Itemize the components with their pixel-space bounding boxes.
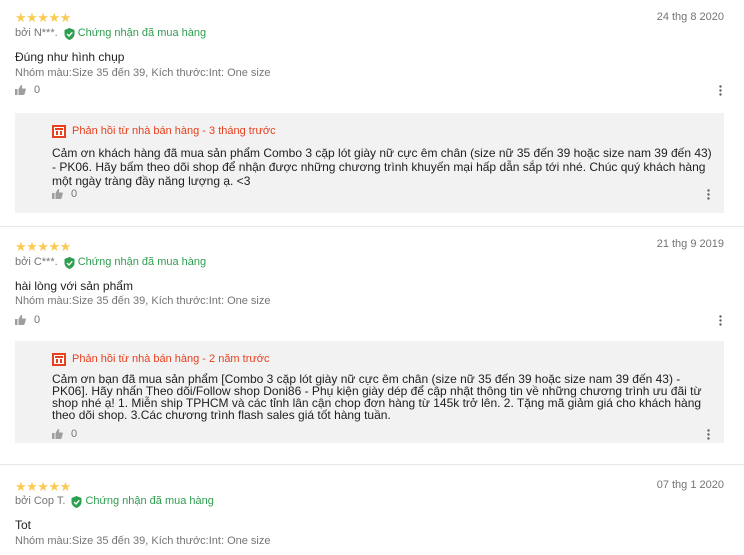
verified-label: Chứng nhận đã mua hàng (85, 495, 214, 507)
author-name: bởi N***. (15, 27, 58, 39)
review-content: Đúng như hình chụp (15, 50, 125, 64)
reply-more-options-icon[interactable] (707, 189, 710, 200)
reply-text: Cảm ơn khách hàng đã mua sản phẩm Combo … (52, 146, 712, 188)
like-count: 0 (34, 84, 41, 96)
author-name: bởi C***. (15, 256, 58, 268)
verified-shield-icon (64, 27, 75, 40)
review-item: ★★★★★ 07 thg 1 2020 bởi Cop T. Chứng nhậ… (0, 465, 744, 555)
like-button[interactable]: 0 (15, 84, 40, 96)
review-content: hài lòng với sản phẩm (15, 279, 133, 293)
reply-header: Phản hồi từ nhà bán hàng - 3 tháng trước (52, 125, 276, 138)
reply-like-button[interactable]: 0 (52, 188, 77, 200)
review-date: 24 thg 8 2020 (656, 11, 724, 23)
reply-title: Phản hồi từ nhà bán hàng - 2 năm trước (72, 353, 270, 365)
verified-shield-icon (71, 495, 82, 508)
review-variant: Nhóm màu:Size 35 đến 39, Kích thước:Int:… (15, 67, 271, 79)
author-row: bởi C***. Chứng nhận đã mua hàng (15, 256, 206, 269)
shop-icon (52, 125, 66, 138)
thumbs-up-icon (52, 189, 63, 199)
author-row: bởi Cop T. Chứng nhận đã mua hàng (15, 495, 214, 508)
like-count: 0 (34, 314, 41, 326)
reply-title: Phản hồi từ nhà bán hàng - 3 tháng trước (72, 125, 276, 137)
verified-label: Chứng nhận đã mua hàng (77, 256, 207, 268)
rating-stars: ★★★★★ (15, 239, 71, 254)
reply-like-count: 0 (71, 188, 78, 200)
review-date: 07 thg 1 2020 (656, 479, 724, 491)
verified-label: Chứng nhận đã mua hàng (77, 27, 207, 39)
more-options-icon[interactable] (719, 315, 722, 326)
review-variant: Nhóm màu:Size 35 đến 39, Kích thước:Int:… (15, 535, 271, 547)
thumbs-up-icon (15, 315, 26, 325)
reply-like-button[interactable]: 0 (52, 428, 77, 440)
review-item: ★★★★★ 21 thg 9 2019 bởi C***. Chứng nhận… (0, 227, 744, 455)
author-row: bởi N***. Chứng nhận đã mua hàng (15, 27, 206, 40)
verified-badge: Chứng nhận đã mua hàng (71, 495, 214, 508)
more-options-icon[interactable] (719, 85, 722, 96)
review-item: ★★★★★ 24 thg 8 2020 bởi N***. Chứng nhận… (0, 0, 744, 226)
seller-reply: Phản hồi từ nhà bán hàng - 3 tháng trước… (15, 113, 724, 213)
reply-like-count: 0 (71, 428, 78, 440)
verified-shield-icon (64, 256, 75, 269)
thumbs-up-icon (15, 85, 26, 95)
reply-header: Phản hồi từ nhà bán hàng - 2 năm trước (52, 353, 269, 366)
review-date: 21 thg 9 2019 (656, 238, 724, 250)
review-content: Tot (15, 518, 32, 532)
verified-badge: Chứng nhận đã mua hàng (64, 27, 206, 40)
rating-stars: ★★★★★ (15, 479, 71, 494)
reply-text: Cảm ơn bạn đã mua sản phẩm [Combo 3 cặp … (52, 372, 702, 422)
like-button[interactable]: 0 (15, 314, 40, 326)
reply-more-options-icon[interactable] (707, 429, 710, 440)
review-variant: Nhóm màu:Size 35 đến 39, Kích thước:Int:… (15, 295, 271, 307)
author-name: bởi Cop T. (15, 495, 66, 507)
seller-reply: Phản hồi từ nhà bán hàng - 2 năm trước C… (15, 341, 724, 443)
thumbs-up-icon (52, 429, 63, 439)
shop-icon (52, 353, 66, 366)
verified-badge: Chứng nhận đã mua hàng (64, 256, 206, 269)
rating-stars: ★★★★★ (15, 10, 71, 25)
